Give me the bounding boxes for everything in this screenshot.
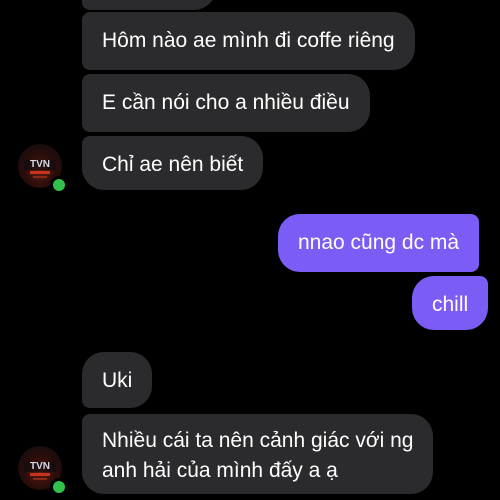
contact-avatar[interactable]: TVN: [18, 144, 68, 194]
online-status-dot: [50, 478, 68, 496]
avatar-logo-text: TVN: [30, 461, 50, 472]
message-bubble-incoming[interactable]: [82, 0, 216, 10]
message-bubble-incoming[interactable]: Chỉ ae nên biết: [82, 136, 264, 190]
message-bubble-incoming[interactable]: Uki: [82, 352, 153, 408]
message-text: Uki: [102, 369, 133, 392]
message-bubble-outgoing[interactable]: chill: [412, 276, 489, 330]
contact-avatar[interactable]: TVN: [18, 446, 68, 496]
message-text-line: anh hải của mình đấy a ạ: [102, 459, 338, 482]
avatar-logo-text: TVN: [30, 159, 50, 170]
message-text: chill: [432, 293, 469, 316]
message-text: Hôm nào ae mình đi coffe riêng: [102, 29, 395, 52]
message-text: E cần nói cho a nhiều điều: [102, 91, 350, 114]
message-text-line: Nhiều cái ta nên cảnh giác với ng: [102, 429, 414, 452]
message-text: nnao cũng dc mà: [298, 231, 460, 254]
message-text: Chỉ ae nên biết: [102, 153, 244, 176]
message-bubble-incoming[interactable]: Nhiều cái ta nên cảnh giác với ng anh hả…: [82, 414, 434, 494]
message-bubble-outgoing[interactable]: nnao cũng dc mà: [278, 214, 480, 272]
online-status-dot: [50, 176, 68, 194]
message-bubble-incoming[interactable]: Hôm nào ae mình đi coffe riêng: [82, 12, 415, 70]
message-bubble-incoming[interactable]: E cần nói cho a nhiều điều: [82, 74, 370, 132]
